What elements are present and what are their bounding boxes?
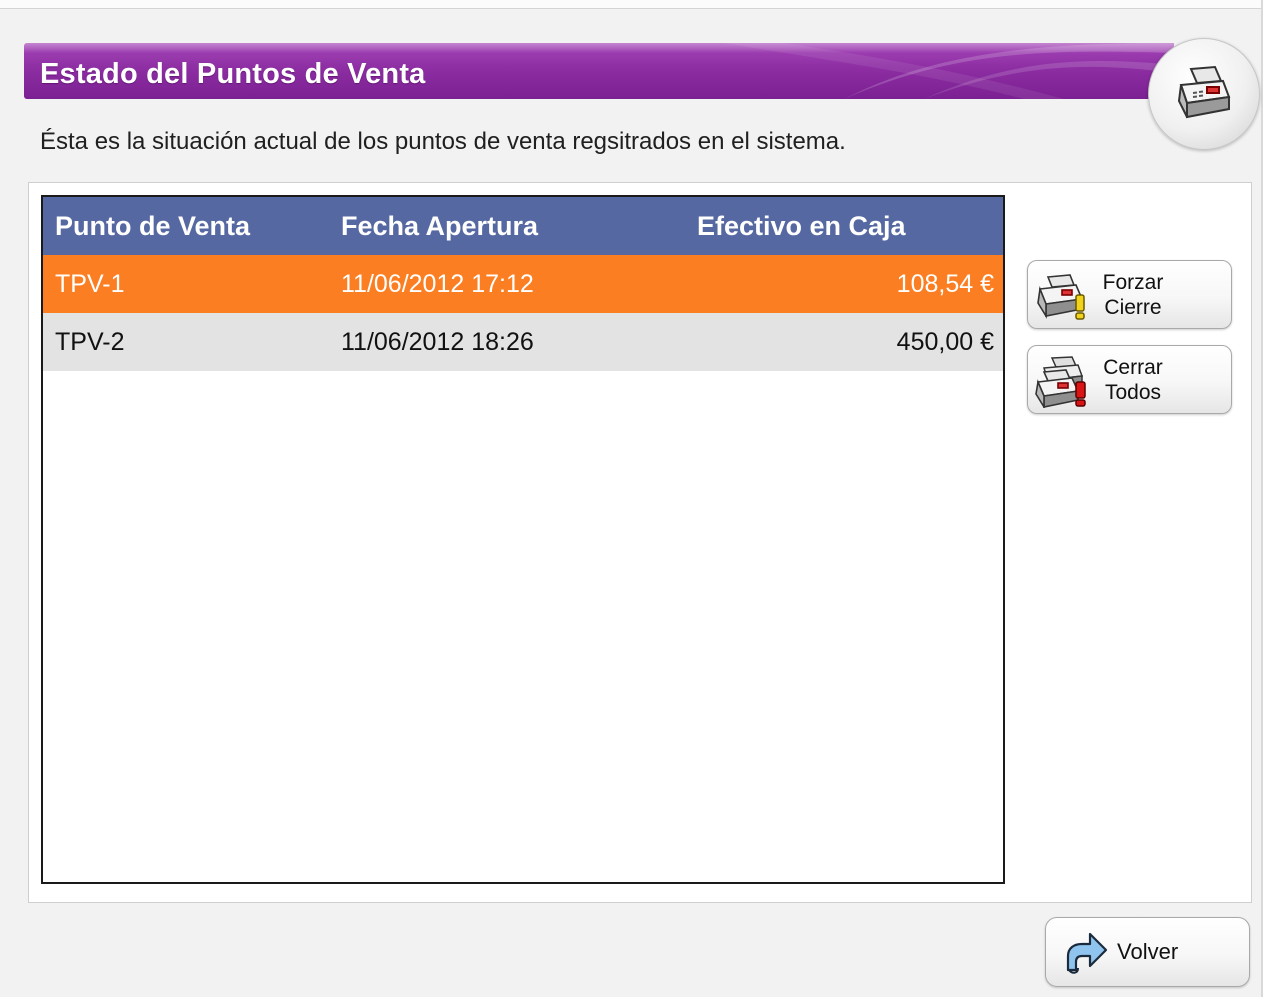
cerrar-todos-label: Cerrar Todos bbox=[1101, 355, 1165, 405]
forzar-label-line2: Cierre bbox=[1104, 296, 1162, 319]
cell-efectivo: 108,54 € bbox=[896, 270, 994, 298]
table-row[interactable]: TPV-1 11/06/2012 17:12 108,54 € bbox=[43, 255, 1003, 313]
return-arrow-icon bbox=[1060, 930, 1108, 981]
cell-punto: TPV-1 bbox=[55, 270, 125, 298]
cell-punto: TPV-2 bbox=[55, 328, 125, 356]
column-header-punto[interactable]: Punto de Venta bbox=[55, 197, 250, 255]
cash-register-icon bbox=[1148, 38, 1260, 150]
cash-registers-alert-icon bbox=[1034, 356, 1090, 413]
points-of-sale-grid[interactable]: Punto de Venta Fecha Apertura Efectivo e… bbox=[41, 195, 1005, 884]
window-top-edge bbox=[0, 0, 1263, 9]
cerrar-label-line2: Todos bbox=[1104, 381, 1162, 404]
grid-header: Punto de Venta Fecha Apertura Efectivo e… bbox=[43, 197, 1003, 255]
cerrar-todos-button[interactable]: Cerrar Todos bbox=[1027, 345, 1232, 414]
cash-register-warning-icon bbox=[1034, 271, 1090, 326]
cell-efectivo: 450,00 € bbox=[896, 328, 994, 356]
volver-button[interactable]: Volver bbox=[1045, 917, 1250, 987]
volver-label: Volver bbox=[1117, 939, 1179, 964]
description-text: Ésta es la situación actual de los punto… bbox=[40, 128, 846, 155]
forzar-cierre-label: Forzar Cierre bbox=[1101, 270, 1165, 320]
page-title: Estado del Puntos de Venta bbox=[40, 58, 426, 90]
forzar-label-line1: Forzar bbox=[1102, 271, 1164, 294]
column-header-efectivo[interactable]: Efectivo en Caja bbox=[697, 197, 906, 255]
cerrar-label-line1: Cerrar bbox=[1103, 356, 1163, 379]
cell-fecha: 11/06/2012 18:26 bbox=[341, 328, 534, 356]
cell-fecha: 11/06/2012 17:12 bbox=[341, 270, 534, 298]
column-header-fecha[interactable]: Fecha Apertura bbox=[341, 197, 538, 255]
table-row[interactable]: TPV-2 11/06/2012 18:26 450,00 € bbox=[43, 313, 1003, 371]
forzar-cierre-button[interactable]: Forzar Cierre bbox=[1027, 260, 1232, 329]
